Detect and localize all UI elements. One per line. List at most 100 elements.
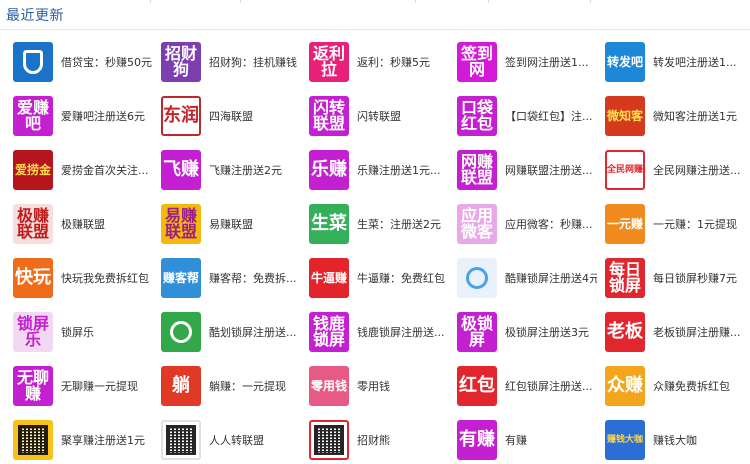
- app-list-item[interactable]: 聚享赚注册送1元: [13, 413, 161, 464]
- app-list-item[interactable]: 钱鹿 锁屏 钱鹿锁屏注册送...: [309, 305, 457, 359]
- qr-code-icon[interactable]: [161, 420, 201, 460]
- app-list-item[interactable]: 红包 红包锁屏注册送...: [457, 359, 605, 413]
- app-name-label[interactable]: 四海联盟: [209, 108, 253, 124]
- app-name-label[interactable]: 赚钱大咖: [653, 432, 697, 448]
- app-name-label[interactable]: 酷赚锁屏注册送4元: [505, 270, 597, 286]
- app-name-label[interactable]: 生菜：注册送2元: [357, 216, 441, 232]
- app-list-item[interactable]: 爱赚 吧爱赚吧注册送6元: [13, 89, 161, 143]
- app-list-item[interactable]: 转发吧 转发吧注册送1...: [605, 35, 750, 89]
- app-name-label[interactable]: 众赚免费拆红包: [653, 378, 730, 394]
- app-list-item[interactable]: 牛逼赚 牛逼赚：免费红包: [309, 251, 457, 305]
- app-list-item[interactable]: 闪转 联盟 闪转联盟: [309, 89, 457, 143]
- app-name-label[interactable]: 微知客注册送1元: [653, 108, 737, 124]
- app-name-label[interactable]: 钱鹿锁屏注册送...: [357, 324, 445, 340]
- zhongzhuan-icon[interactable]: 众赚: [605, 366, 645, 406]
- app-name-label[interactable]: 爱赚吧注册送6元: [61, 108, 145, 124]
- app-name-label[interactable]: 招财熊: [357, 432, 390, 448]
- app-name-label[interactable]: 易赚联盟: [209, 216, 253, 232]
- yingyong-weike-icon[interactable]: 应用 微客: [457, 204, 497, 244]
- qr-code-icon[interactable]: [309, 420, 349, 460]
- app-name-label[interactable]: 酷划锁屏注册送...: [209, 324, 297, 340]
- app-list-item[interactable]: 无聊 赚无聊赚一元提现: [13, 359, 161, 413]
- app-list-item[interactable]: 零用钱 零用钱: [309, 359, 457, 413]
- app-list-item[interactable]: 酷赚锁屏注册送4元: [457, 251, 605, 305]
- app-name-label[interactable]: 极赚联盟: [61, 216, 105, 232]
- app-list-item[interactable]: 有赚 有赚: [457, 413, 605, 464]
- yiyuanzhuan-icon[interactable]: 一元赚: [605, 204, 645, 244]
- app-list-item[interactable]: 每日 锁屏 每日锁屏秒赚7元: [605, 251, 750, 305]
- app-name-label[interactable]: 牛逼赚：免费红包: [357, 270, 445, 286]
- app-name-label[interactable]: 爱捞金首次关注...: [61, 162, 149, 178]
- app-name-label[interactable]: 乐赚注册送1元...: [357, 162, 441, 178]
- app-list-item[interactable]: 酷划锁屏注册送...: [161, 305, 309, 359]
- app-name-label[interactable]: 极锁屏注册送3元: [505, 324, 589, 340]
- zhuanqian-daka-icon[interactable]: 赚钱大咖: [605, 420, 645, 460]
- app-list-item[interactable]: 飞赚 飞赚注册送2元: [161, 143, 309, 197]
- zhuankebang-icon[interactable]: 赚客帮: [161, 258, 201, 298]
- app-list-item[interactable]: 乐赚 乐赚注册送1元...: [309, 143, 457, 197]
- sihai-lianmeng-icon[interactable]: 东润: [161, 96, 201, 136]
- aizhuanba-icon[interactable]: 爱赚 吧: [13, 96, 53, 136]
- kuzhuan-lock-icon[interactable]: [457, 258, 497, 298]
- feizhuan-icon[interactable]: 飞赚: [161, 150, 201, 190]
- app-list-item[interactable]: 应用 微客 应用微客：秒赚...: [457, 197, 605, 251]
- kuaiwan-icon[interactable]: 快玩: [13, 258, 53, 298]
- shengcai-icon[interactable]: 生菜: [309, 204, 349, 244]
- zhaocaigou-icon[interactable]: 招财 狗: [161, 42, 201, 82]
- tangzhuan-icon[interactable]: 躺: [161, 366, 201, 406]
- app-name-label[interactable]: 聚享赚注册送1元: [61, 432, 145, 448]
- app-name-label[interactable]: 锁屏乐: [61, 324, 94, 340]
- youzhuan-icon[interactable]: 有赚: [457, 420, 497, 460]
- app-name-label[interactable]: 红包锁屏注册送...: [505, 378, 593, 394]
- app-name-label[interactable]: 躺赚：一元提现: [209, 378, 286, 394]
- meiri-suoping-icon[interactable]: 每日 锁屏: [605, 258, 645, 298]
- app-name-label[interactable]: 【口袋红包】注...: [505, 108, 593, 124]
- app-list-item[interactable]: 签到 网签到网注册送1...: [457, 35, 605, 89]
- app-list-item[interactable]: 锁屏 乐锁屏乐: [13, 305, 161, 359]
- app-name-label[interactable]: 返利：秒赚5元: [357, 54, 430, 70]
- app-name-label[interactable]: 老板锁屏注册赚...: [653, 324, 741, 340]
- qiandaowang-icon[interactable]: 签到 网: [457, 42, 497, 82]
- weizhike-icon[interactable]: 微知客: [605, 96, 645, 136]
- app-list-item[interactable]: 返利 拉返利：秒赚5元: [309, 35, 457, 89]
- app-list-item[interactable]: 躺 躺赚：一元提现: [161, 359, 309, 413]
- fanli-icon[interactable]: 返利 拉: [309, 42, 349, 82]
- app-name-label[interactable]: 赚客帮：免费拆...: [209, 270, 297, 286]
- qr-code-icon[interactable]: [13, 420, 53, 460]
- app-name-label[interactable]: 一元赚：1元提现: [653, 216, 737, 232]
- app-list-item[interactable]: 招财熊: [309, 413, 457, 464]
- app-name-label[interactable]: 借贷宝：秒赚50元: [61, 54, 152, 70]
- app-list-item[interactable]: 赚钱大咖 赚钱大咖: [605, 413, 750, 464]
- quanmin-wangzhuan-icon[interactable]: 全民网赚: [605, 150, 645, 190]
- app-name-label[interactable]: 全民网赚注册送...: [653, 162, 741, 178]
- jiedaibao-shield-icon[interactable]: [13, 42, 53, 82]
- app-name-label[interactable]: 每日锁屏秒赚7元: [653, 270, 737, 286]
- koudai-hongbao-icon[interactable]: 口袋 红包: [457, 96, 497, 136]
- app-name-label[interactable]: 飞赚注册送2元: [209, 162, 282, 178]
- qianlu-suoping-icon[interactable]: 钱鹿 锁屏: [309, 312, 349, 352]
- app-list-item[interactable]: 口袋 红包 【口袋红包】注...: [457, 89, 605, 143]
- app-list-item[interactable]: 借贷宝：秒赚50元: [13, 35, 161, 89]
- app-list-item[interactable]: 快玩 快玩我免费拆红包: [13, 251, 161, 305]
- app-list-item[interactable]: 东润 四海联盟: [161, 89, 309, 143]
- jisuoping-icon[interactable]: 极锁 屏: [457, 312, 497, 352]
- suopingle-icon[interactable]: 锁屏 乐: [13, 312, 53, 352]
- app-list-item[interactable]: 微知客 微知客注册送1元: [605, 89, 750, 143]
- lezhuan-icon[interactable]: 乐赚: [309, 150, 349, 190]
- wangzhuan-lianmeng-icon[interactable]: 网赚 联盟: [457, 150, 497, 190]
- wuliaozhuan-icon[interactable]: 无聊 赚: [13, 366, 53, 406]
- app-list-item[interactable]: 众赚 众赚免费拆红包: [605, 359, 750, 413]
- app-name-label[interactable]: 签到网注册送1...: [505, 54, 589, 70]
- app-list-item[interactable]: 网赚 联盟 网赚联盟注册送...: [457, 143, 605, 197]
- app-list-item[interactable]: 易赚 联盟 易赚联盟: [161, 197, 309, 251]
- app-name-label[interactable]: 应用微客：秒赚...: [505, 216, 593, 232]
- ailaojin-icon[interactable]: 爱捞金: [13, 150, 53, 190]
- app-name-label[interactable]: 招财狗：挂机赚钱: [209, 54, 297, 70]
- app-name-label[interactable]: 闪转联盟: [357, 108, 401, 124]
- app-list-item[interactable]: 人人转联盟: [161, 413, 309, 464]
- niubizhuan-icon[interactable]: 牛逼赚: [309, 258, 349, 298]
- app-name-label[interactable]: 人人转联盟: [209, 432, 264, 448]
- app-name-label[interactable]: 零用钱: [357, 378, 390, 394]
- lingyongqian-icon[interactable]: 零用钱: [309, 366, 349, 406]
- app-list-item[interactable]: 极赚 联盟 极赚联盟: [13, 197, 161, 251]
